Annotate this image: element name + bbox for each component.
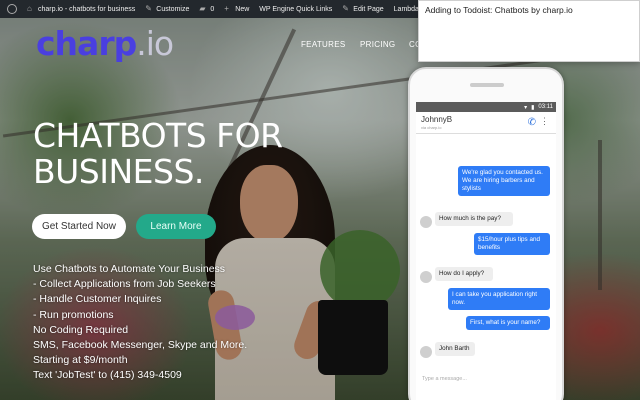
home-icon: ⌂ (27, 4, 32, 13)
contact-avatar (420, 346, 432, 358)
edit-page-link[interactable]: ✎ Edit Page (337, 0, 388, 18)
feature-line: Use Chatbots to Automate Your Business (33, 263, 226, 275)
site-name-menu[interactable]: ⌂ charp.io - chatbots for business (22, 0, 140, 18)
phone-speaker (470, 83, 504, 87)
phone-mockup: ▾ ▮ 03:11 JohnnyB via charp.io ✆ ⋮ We're… (408, 67, 564, 400)
new-label: New (235, 5, 250, 13)
wordpress-icon (7, 4, 17, 14)
customize-link[interactable]: ✎ Customize (140, 0, 194, 18)
pencil-icon: ✎ (342, 4, 349, 13)
hero-title: CHATBOTS FOR BUSINESS. (33, 118, 283, 190)
feature-line: - Run promotions (33, 308, 114, 321)
todoist-popup-text: Adding to Todoist: Chatbots by charp.io (425, 5, 573, 15)
more-options-icon[interactable]: ⋮ (540, 116, 549, 127)
comment-icon: ▰ (199, 4, 206, 13)
customize-label: Customize (156, 5, 190, 13)
hero-title-line: CHATBOTS FOR (33, 116, 283, 155)
chat-message-in: John Barth (435, 342, 475, 356)
brush-icon: ✎ (145, 4, 152, 13)
battery-icon: ▮ (531, 104, 535, 111)
feature-line: Starting at $9/month (33, 354, 128, 367)
phone-time: 03:11 (538, 104, 553, 110)
feature-line: - Collect Applications from Job Seekers (33, 278, 216, 291)
edit-page-label: Edit Page (353, 5, 384, 13)
feature-list: Use Chatbots to Automate Your Business -… (33, 262, 247, 384)
chat-composer-input[interactable]: Type a message... (416, 376, 556, 388)
feature-line: SMS, Facebook Messenger, Skype and More. (33, 339, 248, 352)
contact-avatar (420, 271, 432, 283)
chat-header: JohnnyB via charp.io ✆ ⋮ (416, 112, 556, 134)
logo-tld-text: .io (136, 24, 174, 63)
feature-line: No Coding Required (33, 323, 129, 336)
hero-title-line: BUSINESS. (33, 152, 204, 191)
chat-contact-name: JohnnyB (421, 115, 453, 124)
get-started-button[interactable]: Get Started Now (32, 214, 126, 239)
nav-item-features[interactable]: FEATURES (301, 40, 345, 49)
comments-link[interactable]: ▰ 0 (194, 0, 219, 18)
call-icon[interactable]: ✆ (528, 117, 536, 128)
chat-message-in: How much is the pay? (435, 212, 513, 226)
feature-line: Text 'JobTest' to (415) 349-4509 (33, 369, 182, 382)
plus-icon: + (224, 4, 229, 13)
site-logo[interactable]: charp.io (36, 24, 174, 63)
chat-message-out: First, what is your name? (466, 316, 550, 330)
wp-logo-menu[interactable] (0, 0, 22, 18)
contact-avatar (420, 216, 432, 228)
feature-line: - Handle Customer Inquires (33, 293, 162, 306)
chat-contact-status: via charp.io (421, 125, 442, 130)
wpengine-menu[interactable]: WP Engine Quick Links (254, 0, 337, 18)
new-content-menu[interactable]: + New (219, 0, 254, 18)
comments-count: 0 (210, 5, 215, 13)
wpengine-label: WP Engine Quick Links (259, 5, 333, 13)
chat-message-out: I can take you application right now. (448, 288, 550, 310)
chat-message-out: $15/hour plus tips and benefits (474, 233, 550, 255)
phone-status-bar: ▾ ▮ 03:11 (416, 102, 556, 112)
chat-message-out: We're glad you contacted us. We are hiri… (458, 166, 550, 196)
todoist-popup: Adding to Todoist: Chatbots by charp.io (418, 0, 640, 62)
logo-main-text: charp (36, 24, 137, 63)
phone-screen: ▾ ▮ 03:11 JohnnyB via charp.io ✆ ⋮ We're… (416, 102, 556, 400)
chat-message-in: How do I apply? (435, 267, 493, 281)
wifi-icon: ▾ (524, 104, 528, 111)
learn-more-button[interactable]: Learn More (136, 214, 216, 239)
site-name-label: charp.io - chatbots for business (38, 5, 136, 13)
nav-item-pricing[interactable]: PRICING (360, 40, 395, 49)
